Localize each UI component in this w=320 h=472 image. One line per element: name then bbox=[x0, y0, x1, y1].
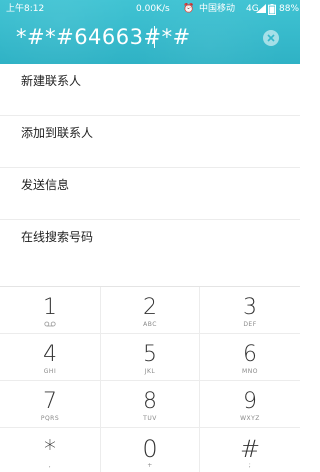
menu-item-send-message[interactable]: 发送信息 bbox=[0, 168, 300, 220]
text-cursor bbox=[154, 26, 155, 48]
dialpad-row: 1 2 ABC 3 DEF bbox=[0, 287, 300, 334]
key-5[interactable]: 5 JKL bbox=[100, 334, 200, 381]
key-digit: 8 bbox=[143, 389, 157, 414]
voicemail-icon bbox=[44, 321, 56, 327]
key-letters: ABC bbox=[143, 321, 157, 328]
key-0[interactable]: 0 + bbox=[100, 428, 200, 472]
status-battery-level: 88% bbox=[279, 4, 300, 14]
alarm-icon: ⏰ bbox=[183, 4, 195, 14]
menu-item-search-number-online[interactable]: 在线搜索号码 bbox=[0, 220, 300, 272]
key-digit: 6 bbox=[243, 342, 257, 367]
dialpad: 1 2 ABC 3 DEF 4 GHI 5 JKL 6 MNO 7 PQRS 8… bbox=[0, 286, 300, 472]
key-letters: MNO bbox=[242, 368, 258, 375]
key-9[interactable]: 9 WXYZ bbox=[200, 381, 300, 428]
status-time: 上午8:12 bbox=[6, 4, 45, 14]
key-letters: JKL bbox=[144, 368, 156, 375]
battery-icon bbox=[268, 4, 276, 15]
key-letters: ; bbox=[248, 462, 252, 469]
key-digit: # bbox=[239, 435, 261, 463]
key-letters: GHI bbox=[43, 368, 57, 375]
clear-circle-icon[interactable] bbox=[263, 30, 279, 46]
key-letters: DEF bbox=[243, 321, 257, 328]
signal-icon bbox=[256, 4, 266, 13]
key-8[interactable]: 8 TUV bbox=[100, 381, 200, 428]
dialpad-row: 7 PQRS 8 TUV 9 WXYZ bbox=[0, 381, 300, 428]
dialer-header: 上午8:12 0.00K/s ⏰ 中国移动 4G 88% *#*#64663#*… bbox=[0, 0, 300, 64]
key-digit: 1 bbox=[43, 295, 57, 320]
key-3[interactable]: 3 DEF bbox=[200, 287, 300, 334]
key-7[interactable]: 7 PQRS bbox=[0, 381, 100, 428]
key-6[interactable]: 6 MNO bbox=[200, 334, 300, 381]
key-letters: WXYZ bbox=[240, 415, 260, 422]
status-carrier: 中国移动 bbox=[199, 4, 236, 14]
status-bar: 上午8:12 0.00K/s ⏰ 中国移动 4G 88% bbox=[0, 0, 300, 18]
dialpad-row: * , 0 + # ; bbox=[0, 428, 300, 472]
dialed-number[interactable]: *#*#64663#*# bbox=[16, 23, 191, 51]
key-digit: 5 bbox=[143, 342, 157, 367]
key-digit: 7 bbox=[43, 389, 57, 414]
key-1[interactable]: 1 bbox=[0, 287, 100, 334]
key-2[interactable]: 2 ABC bbox=[100, 287, 200, 334]
key-digit: 4 bbox=[43, 342, 57, 367]
menu-item-add-to-contact[interactable]: 添加到联系人 bbox=[0, 116, 300, 168]
key-4[interactable]: 4 GHI bbox=[0, 334, 100, 381]
key-digit: * bbox=[44, 435, 56, 463]
dialer-options-menu: 新建联系人 添加到联系人 发送信息 在线搜索号码 bbox=[0, 64, 300, 272]
dialpad-row: 4 GHI 5 JKL 6 MNO bbox=[0, 334, 300, 381]
key-digit: 0 bbox=[142, 435, 158, 463]
menu-item-new-contact[interactable]: 新建联系人 bbox=[0, 64, 300, 116]
key-digit: 2 bbox=[143, 295, 157, 320]
key-letters: TUV bbox=[143, 415, 157, 422]
key-letters: PQRS bbox=[40, 415, 60, 422]
key-digit: 9 bbox=[243, 389, 257, 414]
key-digit: 3 bbox=[243, 295, 257, 320]
key-letters: + bbox=[147, 462, 153, 469]
status-network-speed: 0.00K/s bbox=[136, 4, 170, 14]
key-letters: , bbox=[48, 462, 52, 469]
key-star[interactable]: * , bbox=[0, 428, 100, 472]
key-hash[interactable]: # ; bbox=[200, 428, 300, 472]
